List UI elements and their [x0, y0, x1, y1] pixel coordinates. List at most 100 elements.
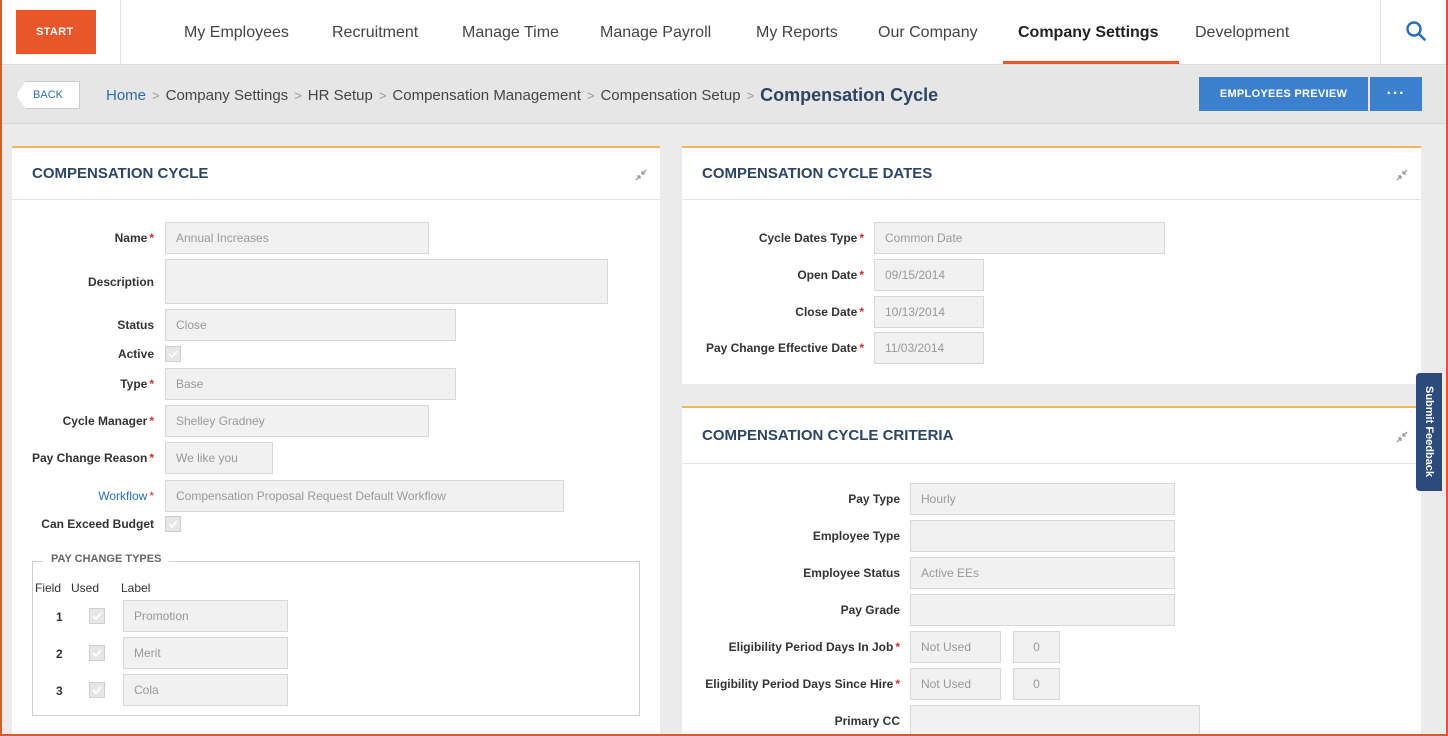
elig-days-since-hire-days-field[interactable]: 0	[1013, 668, 1060, 700]
nav-item-my-employees[interactable]: My Employees	[184, 0, 289, 65]
collapse-icon[interactable]	[634, 168, 648, 182]
pay-change-type-used-checkbox[interactable]	[89, 608, 105, 624]
collapse-icon[interactable]	[1395, 430, 1409, 444]
cycle-manager-field[interactable]: Shelley Gradney	[165, 405, 429, 437]
pay-change-type-label-field[interactable]: Merit	[123, 637, 288, 669]
type-label: Type *	[120, 377, 154, 391]
submit-feedback-label: Submit Feedback	[1423, 386, 1435, 478]
elig-days-in-job-days-field[interactable]: 0	[1013, 631, 1060, 663]
workflow-link[interactable]: Workflow *	[98, 489, 154, 503]
cycle-manager-label: Cycle Manager *	[62, 414, 154, 428]
column-header-field: Field	[35, 581, 62, 595]
pay-change-effective-date-field[interactable]: 11/03/2014	[874, 332, 984, 364]
breadcrumb-company-settings[interactable]: Company Settings	[166, 87, 289, 104]
submit-feedback-tab[interactable]: Submit Feedback	[1416, 373, 1442, 491]
elig-days-since-hire-select[interactable]: Not Used	[910, 668, 1001, 700]
pay-type-field[interactable]: Hourly	[910, 483, 1175, 515]
breadcrumb-compensation-management[interactable]: Compensation Management	[392, 87, 580, 104]
elig-days-in-job-select[interactable]: Not Used	[910, 631, 1001, 663]
employee-type-field[interactable]	[910, 520, 1175, 552]
employee-type-label: Employee Type	[812, 529, 900, 543]
primary-cc-field[interactable]	[910, 705, 1200, 734]
checkmark-icon	[92, 686, 102, 695]
nav-item-company-settings[interactable]: Company Settings	[1018, 0, 1158, 65]
chevron-right-icon: >	[746, 87, 755, 103]
active-label-row: Active	[2, 338, 154, 370]
pay-type-label: Pay Type	[848, 492, 900, 506]
cycle-dates-type-field[interactable]: Common Date	[874, 222, 1165, 254]
name-label-row: Name *	[2, 222, 154, 254]
employee-status-field[interactable]: Active EEs	[910, 557, 1175, 589]
can-exceed-budget-label: Can Exceed Budget	[41, 517, 154, 531]
cycle-dates-type-label: Cycle Dates Type *	[758, 231, 864, 245]
cycle-dates-type-label-row: Cycle Dates Type *	[682, 222, 864, 254]
description-label: Description	[87, 275, 154, 289]
nav-item-manage-payroll[interactable]: Manage Payroll	[600, 0, 711, 65]
description-field[interactable]	[165, 259, 608, 304]
pay-change-type-used-checkbox[interactable]	[89, 645, 105, 661]
panel-title: COMPENSATION CYCLE CRITERIA	[682, 408, 1421, 464]
pay-change-type-label-field[interactable]: Promotion	[123, 600, 288, 632]
employee-status-label: Employee Status	[803, 566, 900, 580]
pay-change-effective-date-label: Pay Change Effective Date *	[705, 341, 864, 355]
can-exceed-budget-checkbox[interactable]	[165, 516, 181, 532]
top-navigation: START My Employees Recruitment Manage Ti…	[2, 0, 1446, 65]
collapse-icon[interactable]	[1395, 168, 1409, 182]
pay-type-label-row: Pay Type	[682, 483, 900, 515]
close-date-field[interactable]: 10/13/2014	[874, 296, 984, 328]
back-button[interactable]: BACK	[16, 81, 80, 109]
panel-title-text: COMPENSATION CYCLE CRITERIA	[702, 427, 954, 444]
primary-cc-label-row: Primary CC	[682, 705, 900, 734]
nav-item-development[interactable]: Development	[1195, 0, 1289, 65]
workflow-field[interactable]: Compensation Proposal Request Default Wo…	[165, 480, 564, 512]
page-title: Compensation Cycle	[760, 84, 939, 105]
column-header-used: Used	[71, 581, 100, 595]
breadcrumb-compensation-setup[interactable]: Compensation Setup	[600, 87, 740, 104]
can-exceed-budget-label-row: Can Exceed Budget	[2, 508, 154, 540]
type-field[interactable]: Base	[165, 368, 456, 400]
employee-type-label-row: Employee Type	[682, 520, 900, 552]
open-date-label: Open Date *	[797, 268, 864, 282]
open-date-field[interactable]: 09/15/2014	[874, 259, 984, 291]
close-date-label-row: Close Date *	[682, 296, 864, 328]
panel-title: COMPENSATION CYCLE DATES	[682, 148, 1421, 200]
panel-title: COMPENSATION CYCLE	[12, 148, 660, 200]
checkmark-icon	[168, 520, 178, 529]
pay-change-reason-field[interactable]: We like you	[165, 442, 273, 474]
checkmark-icon	[92, 612, 102, 621]
nav-item-recruitment[interactable]: Recruitment	[332, 0, 418, 65]
pay-change-type-field-number: 2	[56, 647, 63, 661]
status-label: Status	[117, 318, 154, 332]
checkmark-icon	[92, 649, 102, 658]
close-date-label: Close Date *	[795, 305, 864, 319]
nav-item-my-reports[interactable]: My Reports	[756, 0, 838, 65]
breadcrumb: Home > Company Settings > HR Setup > Com…	[106, 66, 938, 124]
employees-preview-button[interactable]: EMPLOYEES PREVIEW	[1199, 77, 1368, 111]
pay-grade-label: Pay Grade	[840, 603, 900, 617]
pay-change-type-used-checkbox[interactable]	[89, 682, 105, 698]
checkmark-icon	[168, 350, 178, 359]
panel-title-text: COMPENSATION CYCLE DATES	[702, 165, 933, 182]
breadcrumb-hr-setup[interactable]: HR Setup	[308, 87, 373, 104]
panel-title-text: COMPENSATION CYCLE	[32, 165, 209, 182]
start-button[interactable]: START	[16, 10, 96, 54]
chevron-right-icon: >	[152, 87, 160, 103]
pay-grade-field[interactable]	[910, 594, 1175, 626]
employee-status-label-row: Employee Status	[682, 557, 900, 589]
pay-change-effective-date-label-row: Pay Change Effective Date *	[682, 332, 864, 364]
search-icon[interactable]	[1405, 20, 1427, 42]
pay-grade-label-row: Pay Grade	[682, 594, 900, 626]
nav-item-our-company[interactable]: Our Company	[878, 0, 978, 65]
status-field[interactable]: Close	[165, 309, 456, 341]
cycle-manager-label-row: Cycle Manager *	[2, 405, 154, 437]
type-label-row: Type *	[2, 368, 154, 400]
pay-change-reason-label-row: Pay Change Reason *	[2, 442, 154, 474]
pay-change-type-label-field[interactable]: Cola	[123, 674, 288, 706]
name-field[interactable]: Annual Increases	[165, 222, 429, 254]
breadcrumb-home[interactable]: Home	[106, 87, 146, 104]
more-options-button[interactable]: ···	[1370, 77, 1422, 111]
active-nav-indicator	[1003, 61, 1179, 64]
active-checkbox[interactable]	[165, 346, 181, 362]
nav-item-manage-time[interactable]: Manage Time	[462, 0, 559, 65]
open-date-label-row: Open Date *	[682, 259, 864, 291]
